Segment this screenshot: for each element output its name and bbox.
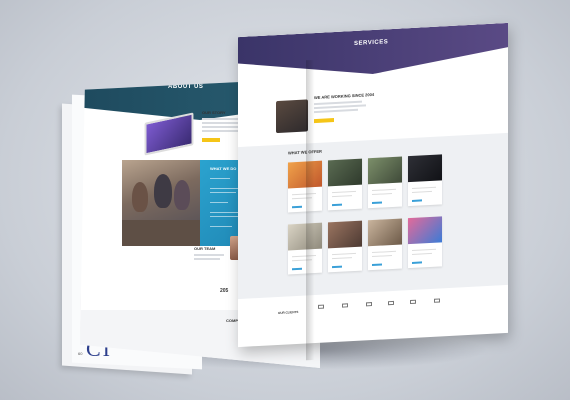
what-we-offer-section: WHAT WE OFFER	[238, 132, 508, 300]
service-card-image	[328, 220, 362, 249]
service-card-image	[408, 154, 442, 183]
client-logo	[410, 299, 416, 305]
client-logo	[366, 302, 372, 307]
team-meeting-photo	[122, 160, 200, 246]
service-card[interactable]	[408, 216, 442, 269]
services-title: SERVICES	[354, 39, 389, 47]
intro-title: WE ARE WORKING SINCE 2004	[314, 91, 375, 101]
services-header: SERVICES	[238, 23, 508, 81]
page-number: 60	[78, 351, 83, 356]
our-clients-title: OUR CLIENTS	[278, 309, 299, 315]
right-page: SERVICES WE ARE WORKING SINCE 2004 WHAT …	[238, 22, 508, 348]
service-card-image	[368, 218, 402, 247]
our-team-title: OUR TEAM	[194, 246, 216, 251]
service-card-image	[328, 158, 362, 187]
portrait-photo	[276, 99, 308, 134]
story-read-more-button[interactable]	[202, 138, 220, 142]
laptop-image	[144, 112, 194, 156]
service-card[interactable]	[328, 158, 362, 211]
book-spine	[306, 59, 320, 361]
client-logo	[342, 303, 348, 308]
service-card[interactable]	[368, 156, 402, 209]
stat-value: 205	[220, 288, 229, 294]
client-logo	[434, 298, 440, 303]
our-story-title: OUR STORY	[202, 110, 226, 115]
what-we-do-title: WHAT WE DO	[210, 166, 237, 171]
client-logo	[388, 300, 394, 306]
about-us-title: ABOUT US	[168, 84, 204, 90]
service-card-image	[368, 156, 402, 185]
service-card[interactable]	[328, 220, 362, 273]
service-card[interactable]	[408, 154, 442, 207]
service-card-image	[408, 216, 442, 245]
service-card[interactable]	[368, 218, 402, 271]
